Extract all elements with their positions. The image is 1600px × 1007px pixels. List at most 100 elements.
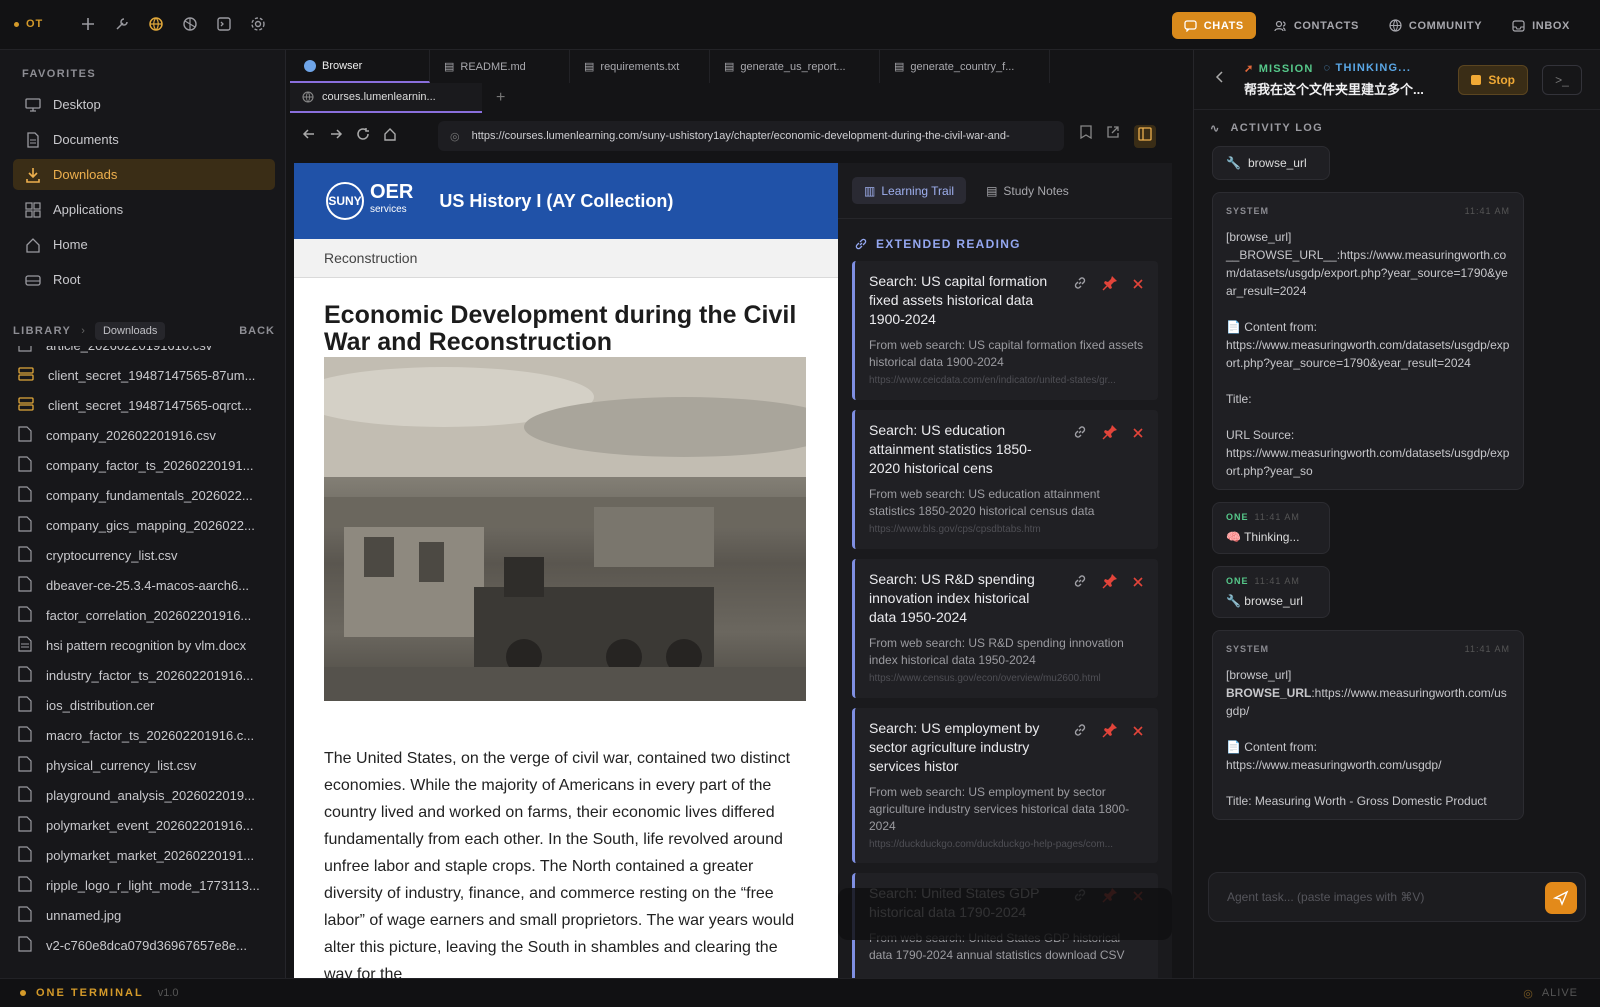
sidebar-item-documents[interactable]: Documents — [13, 124, 275, 155]
reload-icon[interactable] — [356, 127, 370, 146]
tab-browser[interactable]: Browser — [290, 50, 430, 83]
file-item[interactable]: client_secret_19487147565-87um... — [13, 360, 275, 390]
tab-generate-us-report[interactable]: ▤ generate_us_report... — [710, 50, 880, 83]
file-item[interactable]: polymarket_event_202602201916... — [13, 810, 275, 840]
back-button[interactable]: BACK — [239, 325, 275, 337]
card-url[interactable]: https://www.census.gov/econ/overview/mu2… — [869, 673, 1144, 684]
sidebar-item-home[interactable]: Home — [13, 229, 275, 260]
file-item[interactable]: hsi pattern recognition by vlm.docx — [13, 630, 275, 660]
file-item[interactable]: v2-c760e8dca079d36967657e8e... — [13, 930, 275, 960]
browser-tab-active[interactable]: courses.lumenlearnin... — [290, 83, 482, 113]
tab-generate-country[interactable]: ▤ generate_country_f... — [880, 50, 1050, 83]
file-icon: ▤ — [724, 61, 735, 73]
module-title[interactable]: Reconstruction — [294, 239, 838, 278]
suny-oer-logo[interactable]: SUNY OER services — [326, 182, 413, 220]
file-item[interactable]: industry_factor_ts_202602201916... — [13, 660, 275, 690]
file-item[interactable]: company_gics_mapping_2026022... — [13, 510, 275, 540]
oer-logo-text: OER — [370, 181, 414, 203]
message-sender: SYSTEM — [1226, 206, 1270, 216]
wrench-icon[interactable] — [112, 14, 132, 34]
send-button[interactable] — [1545, 882, 1577, 914]
file-name: client_secret_19487147565-oqrct... — [48, 397, 252, 413]
pin-icon[interactable] — [1102, 573, 1118, 594]
monitor-icon — [25, 97, 41, 112]
browser-tab-label: courses.lumenlearnin... — [322, 91, 436, 103]
tab-learning-trail[interactable]: ▥ Learning Trail — [852, 177, 967, 204]
nav-contacts[interactable]: CONTACTS — [1262, 12, 1371, 39]
tab-readme[interactable]: ▤ README.md — [430, 50, 570, 83]
close-icon[interactable] — [1132, 275, 1144, 296]
file-item[interactable]: article_20260220191610.csv — [13, 346, 275, 360]
pin-icon[interactable] — [1102, 722, 1118, 743]
file-icon — [18, 875, 32, 895]
library-breadcrumb[interactable]: Downloads — [94, 322, 166, 340]
link-icon[interactable] — [1072, 573, 1088, 594]
terminal-icon[interactable] — [214, 14, 234, 34]
inbox-icon — [1512, 19, 1525, 32]
pin-icon[interactable] — [1102, 275, 1118, 296]
link-icon[interactable] — [1072, 424, 1088, 445]
nav-chats[interactable]: CHATS — [1171, 12, 1256, 39]
card-url[interactable]: https://www.bls.gov/cps/cpsdbtabs.htm — [869, 524, 1144, 535]
file-item[interactable]: physical_currency_list.csv — [13, 750, 275, 780]
sidebar-item-root[interactable]: Root — [13, 264, 275, 295]
file-item[interactable]: macro_factor_ts_202602201916.c... — [13, 720, 275, 750]
file-item[interactable]: company_202602201916.csv — [13, 420, 275, 450]
tab-study-notes[interactable]: ▤ Study Notes — [974, 177, 1081, 204]
close-icon[interactable] — [1132, 573, 1144, 594]
settings-icon[interactable] — [248, 14, 268, 34]
sidebar-toggle-icon[interactable] — [1134, 124, 1156, 148]
file-item[interactable]: unnamed.jpg — [13, 900, 275, 930]
card-url[interactable]: https://www.ceicdata.com/en/indicator/un… — [869, 375, 1144, 386]
link-icon[interactable] — [1072, 275, 1088, 296]
plus-icon[interactable] — [78, 14, 98, 34]
file-item[interactable]: company_fundamentals_2026022... — [13, 480, 275, 510]
file-item[interactable]: factor_correlation_202602201916... — [13, 600, 275, 630]
close-icon[interactable] — [1132, 722, 1144, 743]
file-item[interactable]: ios_distribution.cer — [13, 690, 275, 720]
forward-arrow-icon[interactable] — [329, 127, 343, 146]
file-item[interactable]: ripple_logo_r_light_mode_1773113... — [13, 870, 275, 900]
file-item[interactable]: company_factor_ts_20260220191... — [13, 450, 275, 480]
nav-community[interactable]: COMMUNITY — [1377, 12, 1494, 39]
url-input[interactable]: ◎ https://courses.lumenlearning.com/suny-… — [438, 121, 1064, 151]
sidebar-item-applications[interactable]: Applications — [13, 194, 275, 225]
course-title[interactable]: US History I (AY Collection) — [439, 191, 673, 212]
file-item[interactable]: playground_analysis_2026022019... — [13, 780, 275, 810]
reading-card[interactable]: Search: US employment by sector agricult… — [852, 708, 1158, 863]
link-icon[interactable] — [1072, 722, 1088, 743]
globe-icon[interactable] — [146, 14, 166, 34]
file-name: company_factor_ts_20260220191... — [46, 457, 254, 473]
agent-task-input[interactable]: Agent task... (paste images with ⌘V) — [1208, 872, 1586, 922]
activity-log: 🔧 browse_url SYSTEM 11:41 AM [browse_url] … — [1194, 146, 1600, 866]
file-item[interactable]: polymarket_market_20260220191... — [13, 840, 275, 870]
tool-name: browse_url — [1247, 156, 1307, 170]
file-item[interactable]: cryptocurrency_list.csv — [13, 540, 275, 570]
network-icon[interactable] — [180, 14, 200, 34]
nav-inbox[interactable]: INBOX — [1500, 12, 1582, 39]
globe-icon: ◎ — [450, 130, 460, 143]
file-item[interactable]: client_secret_19487147565-oqrct... — [13, 390, 275, 420]
home-icon[interactable] — [383, 127, 397, 146]
card-url[interactable]: https://duckduckgo.com/duckduckgo-help-p… — [869, 839, 1144, 850]
pin-icon[interactable] — [1102, 424, 1118, 445]
stop-button[interactable]: Stop — [1458, 65, 1528, 95]
file-icon — [18, 845, 32, 865]
reading-card[interactable]: Search: US R&D spending innovation index… — [852, 559, 1158, 698]
terminal-button[interactable]: >_ — [1542, 65, 1582, 95]
sidebar-item-downloads[interactable]: Downloads — [13, 159, 275, 190]
tab-requirements[interactable]: ▤ requirements.txt — [570, 50, 710, 83]
sidebar-item-desktop[interactable]: Desktop — [13, 89, 275, 120]
new-tab-button[interactable]: + — [496, 89, 505, 107]
bookmark-icon[interactable] — [1080, 124, 1092, 148]
close-icon[interactable] — [1132, 424, 1144, 445]
panel-fade-overlay — [838, 888, 1172, 940]
stop-icon — [1471, 75, 1482, 85]
card-description: From web search: US capital formation fi… — [869, 338, 1144, 369]
reading-card[interactable]: Search: US education attainment statisti… — [852, 410, 1158, 549]
file-item[interactable]: dbeaver-ce-25.3.4-macos-aarch6... — [13, 570, 275, 600]
back-arrow-icon[interactable] — [302, 127, 316, 146]
external-link-icon[interactable] — [1106, 125, 1120, 148]
chevron-left-icon[interactable] — [1214, 70, 1224, 89]
reading-card[interactable]: Search: US capital formation fixed asset… — [852, 261, 1158, 400]
